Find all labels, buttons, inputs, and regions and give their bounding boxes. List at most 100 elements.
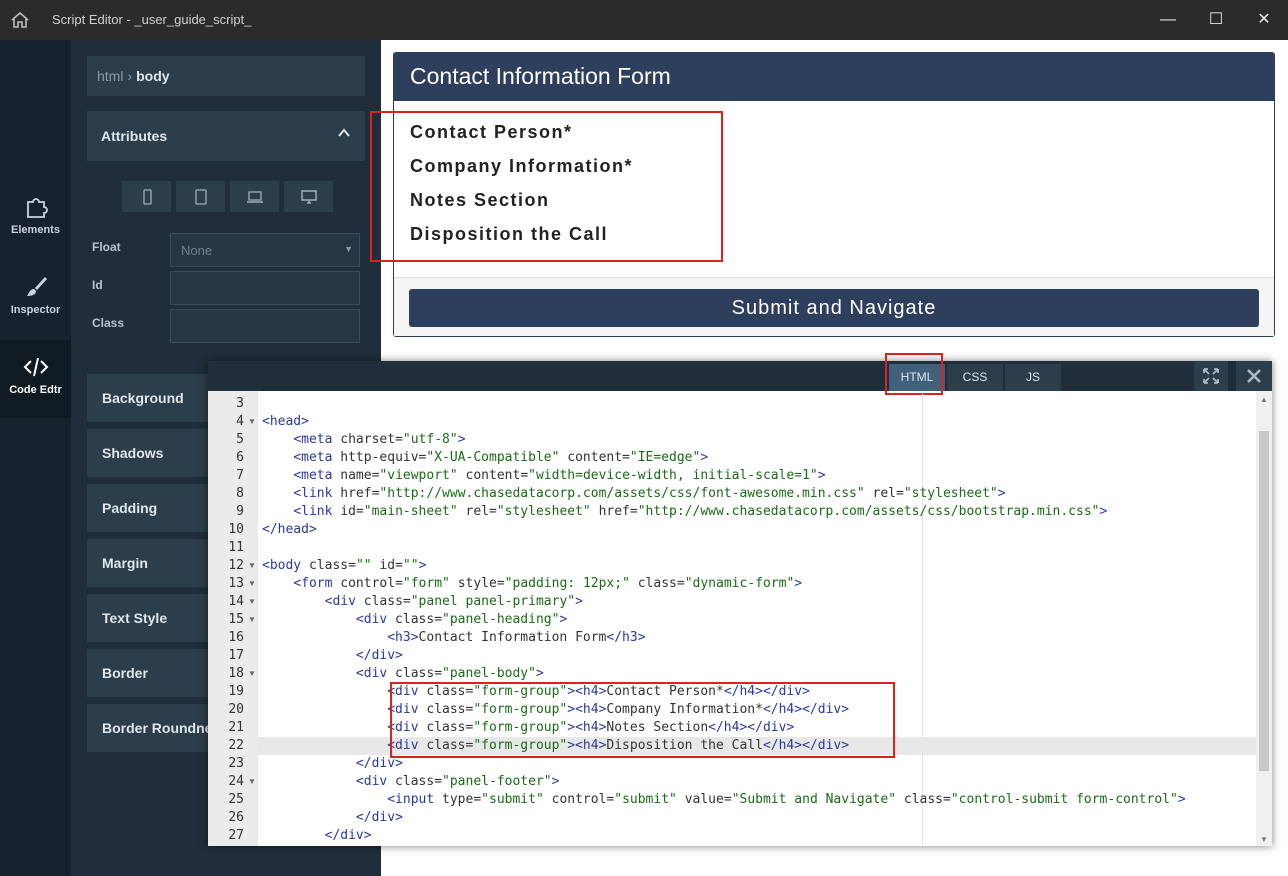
chevron-up-icon[interactable] xyxy=(337,126,351,140)
desktop-icon xyxy=(300,189,317,204)
device-laptop-button[interactable] xyxy=(230,181,279,212)
fold-arrow-icon[interactable]: ▼ xyxy=(248,413,256,431)
code-line-text: <link id="main-sheet" rel="stylesheet" h… xyxy=(293,504,1108,519)
line-number: 13 xyxy=(228,576,244,591)
breadcrumb-separator: › xyxy=(127,68,133,84)
code-line[interactable]: <meta charset="utf-8"> xyxy=(258,431,1256,449)
fold-arrow-icon[interactable]: ▼ xyxy=(248,665,256,683)
scroll-up-icon[interactable]: ▲ xyxy=(1260,395,1268,404)
code-line-text: </head> xyxy=(262,522,317,537)
code-line-text: <h3>Contact Information Form</h3> xyxy=(387,630,646,645)
tablet-icon xyxy=(194,188,207,205)
code-line[interactable]: <link id="main-sheet" rel="stylesheet" h… xyxy=(258,503,1256,521)
device-tablet-button[interactable] xyxy=(176,181,225,212)
fold-arrow-icon[interactable]: ▼ xyxy=(248,575,256,593)
code-line[interactable]: </div> xyxy=(258,809,1256,827)
laptop-icon xyxy=(246,190,263,203)
code-line-text: <div class="panel panel-primary"> xyxy=(324,594,583,609)
line-number: 8 xyxy=(236,486,244,501)
float-select[interactable]: None ▼ xyxy=(170,233,360,267)
code-line[interactable]: <meta http-equiv="X-UA-Compatible" conte… xyxy=(258,449,1256,467)
code-line[interactable]: <meta name="viewport" content="width=dev… xyxy=(258,467,1256,485)
nav-code-editor[interactable]: Code Edtr xyxy=(0,340,71,418)
line-number: 12 xyxy=(228,558,244,573)
highlight-html-tab xyxy=(885,353,943,395)
scroll-down-icon[interactable]: ▼ xyxy=(1260,835,1268,844)
code-line[interactable]: <input type="submit" control="submit" va… xyxy=(258,791,1256,809)
submit-navigate-button[interactable]: Submit and Navigate xyxy=(409,289,1259,327)
line-number: 25 xyxy=(228,792,244,807)
left-nav: Elements Inspector Code Edtr xyxy=(0,40,71,876)
code-line[interactable]: <div class="panel-body"> xyxy=(258,665,1256,683)
attributes-header[interactable]: Attributes xyxy=(87,111,365,161)
fullscreen-button[interactable] xyxy=(1194,361,1228,391)
code-line[interactable]: <div class="panel panel-primary"> xyxy=(258,593,1256,611)
panel-footer: Submit and Navigate xyxy=(394,277,1274,336)
class-input[interactable] xyxy=(170,309,360,343)
window-title: Script Editor - _user_guide_script_ xyxy=(52,12,252,27)
code-line-text: <body class="" id=""> xyxy=(262,558,427,573)
scrollbar-thumb[interactable] xyxy=(1259,431,1269,771)
highlight-code-lines xyxy=(390,682,895,758)
line-number: 15 xyxy=(228,612,244,627)
line-number: 4 xyxy=(236,414,244,429)
code-line[interactable]: <head> xyxy=(258,413,1256,431)
line-number: 6 xyxy=(236,450,244,465)
device-desktop-button[interactable] xyxy=(284,181,333,212)
code-line[interactable]: </div> xyxy=(258,647,1256,665)
code-icon xyxy=(23,357,48,377)
code-line[interactable]: <form control="form" style="padding: 12p… xyxy=(258,575,1256,593)
nav-elements-label: Elements xyxy=(11,224,60,236)
code-line[interactable]: </head> xyxy=(258,521,1256,539)
code-editor-window: HTML CSS JS 3 4 ▼ 5 6 7 8 9 10 11 12 ▼ 13 ▼ 14 ▼ 15 ▼ 16 17… xyxy=(208,353,1272,846)
line-number: 24 xyxy=(228,774,244,789)
code-area[interactable]: <head> <meta charset="utf-8"> <meta http… xyxy=(258,391,1256,846)
line-number: 20 xyxy=(228,702,244,717)
code-line[interactable]: <div class="panel-heading"> xyxy=(258,611,1256,629)
line-number: 5 xyxy=(236,432,244,447)
code-line[interactable] xyxy=(258,395,1256,413)
brush-icon xyxy=(26,277,47,296)
line-number: 10 xyxy=(228,522,244,537)
close-editor-button[interactable] xyxy=(1236,361,1272,391)
fold-arrow-icon[interactable]: ▼ xyxy=(248,593,256,611)
editor-scrollbar[interactable]: ▲ ▼ xyxy=(1256,391,1272,846)
fold-arrow-icon[interactable]: ▼ xyxy=(248,611,256,629)
minimize-button[interactable]: — xyxy=(1154,6,1182,34)
code-line-text: <input type="submit" control="submit" va… xyxy=(387,792,1186,807)
maximize-button[interactable]: ☐ xyxy=(1202,6,1230,34)
tab-js[interactable]: JS xyxy=(1005,364,1061,391)
fold-arrow-icon[interactable]: ▼ xyxy=(248,773,256,791)
line-number: 7 xyxy=(236,468,244,483)
line-number: 16 xyxy=(228,630,244,645)
attributes-title: Attributes xyxy=(101,128,168,144)
line-number: 14 xyxy=(228,594,244,609)
close-window-button[interactable]: ✕ xyxy=(1250,6,1278,34)
line-number-gutter: 3 4 ▼ 5 6 7 8 9 10 11 12 ▼ 13 ▼ 14 ▼ 15 ▼ 16 17 18 ▼ 19 20 21 22 2… xyxy=(208,391,258,846)
device-mobile-button[interactable] xyxy=(122,181,171,212)
fold-arrow-icon[interactable]: ▼ xyxy=(248,557,256,575)
code-line[interactable]: <h3>Contact Information Form</h3> xyxy=(258,629,1256,647)
code-line[interactable] xyxy=(258,539,1256,557)
line-number: 23 xyxy=(228,756,244,771)
float-value: None xyxy=(181,243,213,258)
breadcrumb-html[interactable]: html xyxy=(97,68,123,84)
line-number: 21 xyxy=(228,720,244,735)
line-number: 19 xyxy=(228,684,244,699)
tab-css[interactable]: CSS xyxy=(947,364,1003,391)
code-line[interactable]: </div> xyxy=(258,827,1256,845)
id-input[interactable] xyxy=(170,271,360,305)
nav-elements[interactable]: Elements xyxy=(0,180,71,258)
code-line[interactable]: <link href="http://www.chasedatacorp.com… xyxy=(258,485,1256,503)
breadcrumb-body[interactable]: body xyxy=(136,68,169,84)
device-toggles xyxy=(122,181,333,212)
code-line-text: <meta http-equiv="X-UA-Compatible" conte… xyxy=(293,450,709,465)
caret-down-icon: ▼ xyxy=(344,244,353,254)
code-line[interactable]: <body class="" id=""> xyxy=(258,557,1256,575)
code-line[interactable]: <div class="panel-footer"> xyxy=(258,773,1256,791)
class-label: Class xyxy=(92,316,125,330)
nav-inspector[interactable]: Inspector xyxy=(0,260,71,338)
code-line-text: </div> xyxy=(355,810,403,825)
code-line-text: <form control="form" style="padding: 12p… xyxy=(293,576,803,591)
home-icon[interactable] xyxy=(10,10,30,30)
